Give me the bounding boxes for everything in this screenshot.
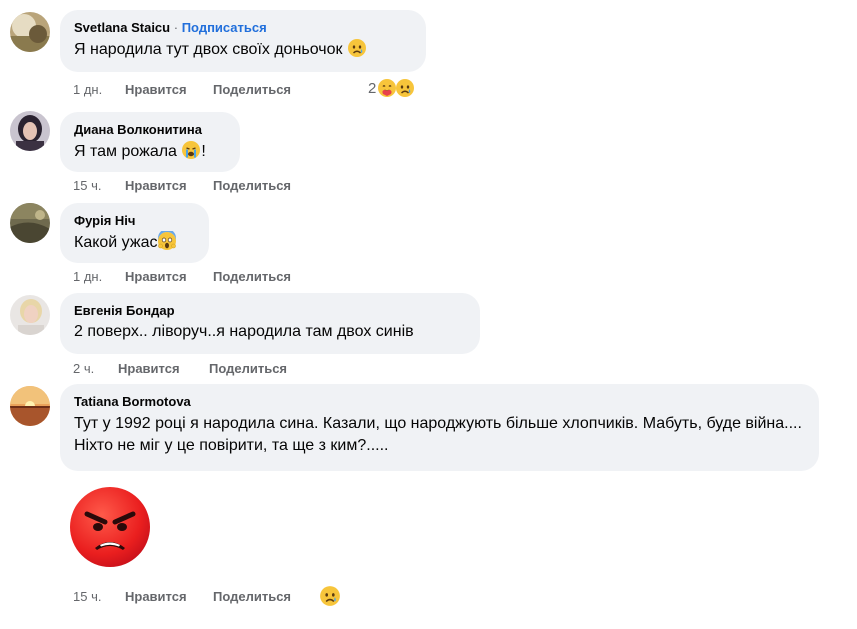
separator: · — [173, 20, 179, 35]
reaction-summary[interactable]: 2 — [368, 78, 415, 98]
avatar[interactable] — [10, 295, 50, 335]
comment-bubble: Tatiana Bormotova Тут у 1992 році я наро… — [60, 384, 819, 471]
author-name[interactable]: Диана Волконитина — [74, 122, 202, 137]
crying-emoji-icon — [181, 140, 201, 160]
avatar[interactable] — [10, 12, 50, 52]
angry-face-sticker[interactable] — [69, 486, 151, 568]
comment-text: Какой ужас — [74, 231, 195, 254]
share-button[interactable]: Поделиться — [213, 178, 291, 194]
share-button[interactable]: Поделиться — [213, 269, 291, 285]
comment-text-body: Я там рожала — [74, 143, 182, 160]
comment-text-body: Какой ужас — [74, 234, 158, 251]
comment-text-suffix: ! — [201, 143, 206, 160]
timestamp[interactable]: 1 дн. — [73, 82, 102, 98]
like-button[interactable]: Нравится — [118, 361, 180, 377]
comment-actions: 15 ч. Нравится Поделиться — [73, 178, 313, 194]
sad-tear-emoji-icon — [347, 38, 367, 58]
comments-thread: Svetlana Staicu · Подписаться Я народила… — [0, 0, 857, 629]
author-line: Svetlana Staicu · Подписаться — [74, 19, 412, 36]
author-line: Фурія Ніч — [74, 212, 195, 229]
author-name[interactable]: Евгенія Бондар — [74, 303, 175, 318]
sad-tear-emoji-icon — [395, 78, 415, 98]
reaction-count: 2 — [368, 79, 377, 97]
author-name[interactable]: Tatiana Bormotova — [74, 394, 191, 409]
comment-text: Тут у 1992 році я народила сина. Казали,… — [74, 415, 802, 454]
like-button[interactable]: Нравится — [125, 269, 187, 285]
comment-actions: 1 дн. Нравится Поделиться — [73, 269, 313, 285]
comment-bubble: Svetlana Staicu · Подписаться Я народила… — [60, 10, 426, 72]
share-button[interactable]: Поделиться — [213, 82, 291, 98]
author-name[interactable]: Svetlana Staicu — [74, 20, 170, 35]
comment-actions: 15 ч. Нравится Поделиться — [73, 589, 313, 605]
like-button[interactable]: Нравится — [125, 589, 187, 605]
author-name[interactable]: Фурія Ніч — [74, 213, 135, 228]
comment-bubble: Евгенія Бондар 2 поверх.. ліворуч..я нар… — [60, 293, 480, 354]
like-button[interactable]: Нравится — [125, 82, 187, 98]
comment-text: Я там рожала ! — [74, 140, 226, 163]
like-button[interactable]: Нравится — [125, 178, 187, 194]
hug-emoji-icon — [377, 78, 397, 98]
author-line: Евгенія Бондар — [74, 302, 466, 319]
author-line: Диана Волконитина — [74, 121, 226, 138]
share-button[interactable]: Поделиться — [213, 589, 291, 605]
comment-bubble: Диана Волконитина Я там рожала ! — [60, 112, 240, 172]
author-line: Tatiana Bormotova — [74, 393, 805, 410]
comment-text: 2 поверх.. ліворуч..я народила там двох … — [74, 323, 414, 340]
timestamp[interactable]: 2 ч. — [73, 361, 94, 377]
screaming-fear-emoji-icon — [157, 231, 177, 251]
avatar[interactable] — [10, 386, 50, 426]
comment-actions: 1 дн. Нравится Поделиться — [73, 82, 313, 98]
timestamp[interactable]: 15 ч. — [73, 178, 101, 194]
reaction-summary[interactable] — [319, 585, 341, 607]
avatar[interactable] — [10, 111, 50, 151]
comment-text: Я народила тут двох своїх доньочок — [74, 38, 412, 61]
sad-tear-emoji-icon — [319, 585, 341, 607]
follow-link[interactable]: Подписаться — [182, 20, 267, 35]
comment-bubble: Фурія Ніч Какой ужас — [60, 203, 209, 263]
share-button[interactable]: Поделиться — [209, 361, 287, 377]
comment-text-body: Я народила тут двох своїх доньочок — [74, 41, 343, 58]
timestamp[interactable]: 15 ч. — [73, 589, 101, 605]
comment-actions: 2 ч. Нравится Поделиться — [73, 361, 313, 377]
avatar[interactable] — [10, 203, 50, 243]
timestamp[interactable]: 1 дн. — [73, 269, 102, 285]
